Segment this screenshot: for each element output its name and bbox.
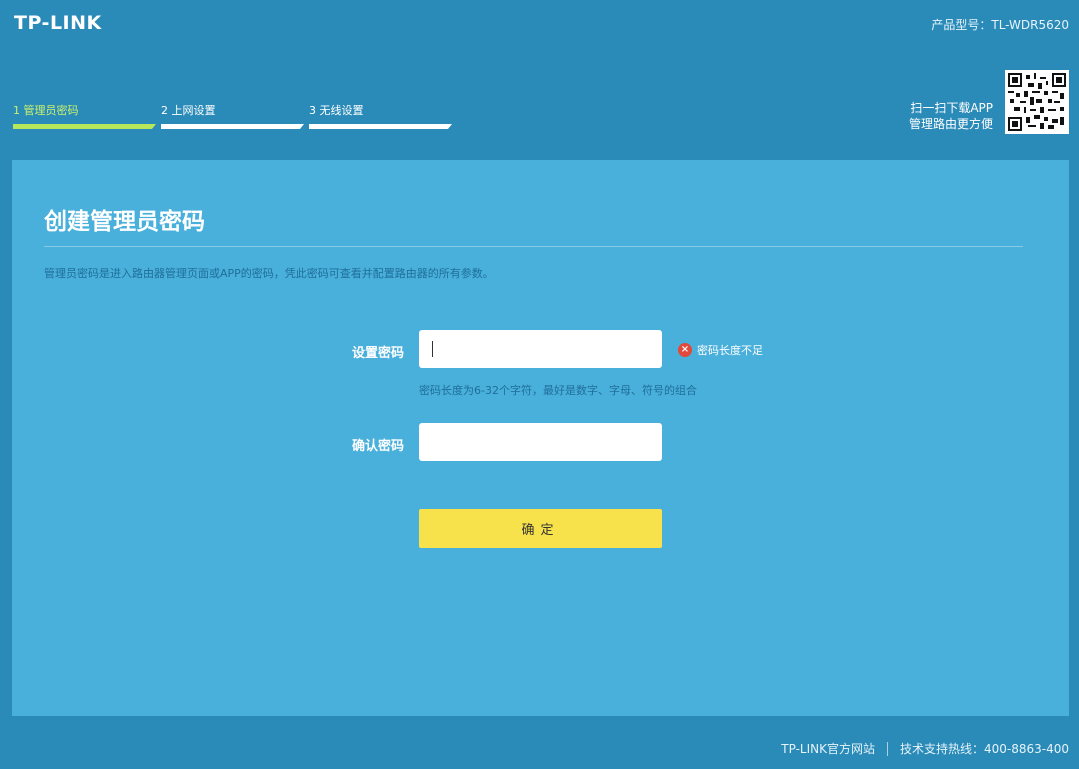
confirm-password-label: 确认密码 xyxy=(351,439,404,454)
step-label: 3 无线设置 xyxy=(309,104,364,117)
password-error-text: 密码长度不足 xyxy=(697,344,763,357)
page-description: 管理员密码是进入路由器管理页面或APP的密码，凭此密码可查看并配置路由器的所有参… xyxy=(44,267,494,280)
footer: TP-LINK官方网站 技术支持热线：400-8863-400 xyxy=(781,740,1069,757)
step-wireless-settings: 3 无线设置 xyxy=(308,102,452,129)
step-label: 2 上网设置 xyxy=(161,104,216,117)
step-internet-settings: 2 上网设置 xyxy=(160,102,304,129)
step-label: 1 管理员密码 xyxy=(13,104,79,117)
error-icon: × xyxy=(678,343,692,357)
step-admin-password: 1 管理员密码 xyxy=(12,102,156,129)
password-label: 设置密码 xyxy=(351,346,404,361)
confirm-password-input[interactable] xyxy=(419,423,662,461)
support-hotline: 技术支持热线：400-8863-400 xyxy=(899,742,1069,756)
password-hint: 密码长度为6-32个字符，最好是数字、字母、符号的组合 xyxy=(419,384,697,397)
tp-link-logo: TP-LINK xyxy=(14,12,102,34)
step-progress-bar xyxy=(309,124,452,129)
password-field-wrapper xyxy=(419,330,662,368)
app-promo-line2: 管理路由更方便 xyxy=(908,117,993,131)
product-model: 产品型号：TL-WDR5620 xyxy=(931,18,1069,32)
password-error: × 密码长度不足 xyxy=(678,342,763,358)
footer-divider xyxy=(886,741,888,756)
app-promo-line1: 扫一扫下载APP xyxy=(910,101,993,115)
confirm-button[interactable]: 确定 xyxy=(419,509,662,548)
step-progress-bar xyxy=(13,124,156,129)
step-progress-bar xyxy=(161,124,304,129)
password-input[interactable] xyxy=(419,330,662,368)
page-title: 创建管理员密码 xyxy=(44,209,205,235)
qr-code-icon xyxy=(1005,70,1069,134)
official-site-link[interactable]: TP-LINK官方网站 xyxy=(781,740,875,757)
setup-steps: 1 管理员密码 2 上网设置 3 无线设置 xyxy=(12,102,452,129)
text-caret xyxy=(432,341,433,357)
app-promo-text: 扫一扫下载APP 管理路由更方便 xyxy=(909,100,993,132)
divider xyxy=(44,246,1023,247)
setup-panel: 创建管理员密码 管理员密码是进入路由器管理页面或APP的密码，凭此密码可查看并配… xyxy=(12,160,1069,716)
